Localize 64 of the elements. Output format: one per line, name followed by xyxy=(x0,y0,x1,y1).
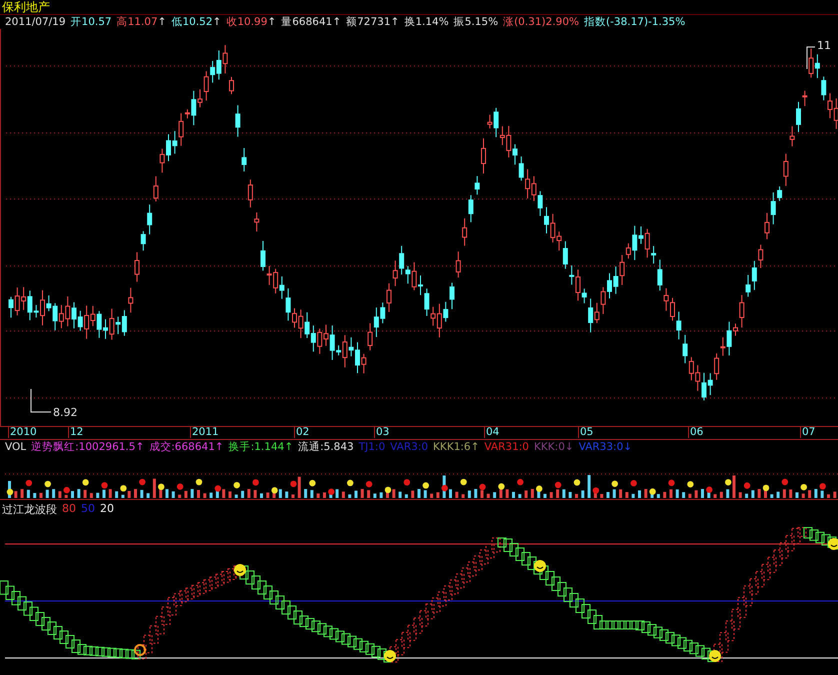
quote-value: 涨(0.31)2.90% xyxy=(503,15,579,29)
stock-name: 保利地产 xyxy=(0,0,838,15)
candlestick xyxy=(235,104,240,138)
arrow-text: ↑ xyxy=(212,15,222,29)
candlestick xyxy=(248,179,253,208)
indicator-value: VOL xyxy=(5,440,26,454)
leader-line xyxy=(806,46,816,70)
smiley-icon xyxy=(234,564,246,576)
quote-value: 2011/07/19 xyxy=(5,15,66,29)
ring-icon xyxy=(134,644,146,656)
arrow-text: ↑ xyxy=(158,15,166,29)
quote-value: 低10.52 xyxy=(171,15,213,29)
candlestick xyxy=(242,148,247,172)
smiley-icon xyxy=(709,650,721,662)
quote-value: 指数(-38.17)-1.35% xyxy=(584,15,686,29)
arrow-text: ↑ xyxy=(267,15,276,29)
time-axis-label: 2011 xyxy=(190,426,219,438)
quote-value: 高11.07 xyxy=(116,15,158,29)
candlestick xyxy=(456,251,461,278)
level-value: 20 xyxy=(100,502,114,517)
indicator-value: 流通:5.843 xyxy=(298,440,354,454)
arrow-text: ↑ xyxy=(390,15,400,29)
quote-value: 开10.57 xyxy=(70,15,112,29)
arrow-text: ↑ xyxy=(332,15,342,29)
quote-value: 振5.15% xyxy=(454,15,498,29)
indicator-value: 成交:668641 xyxy=(149,440,215,454)
level-value: 80 xyxy=(62,502,76,517)
arrow-text: ↑ xyxy=(135,440,144,454)
level-value: 50 xyxy=(81,502,95,517)
indicator-value: 换手:1.144 xyxy=(228,440,284,454)
smiley-icon xyxy=(534,560,546,572)
indicator-value: VAR31:0 xyxy=(484,440,529,454)
indicator-value: KKK:0 xyxy=(534,440,565,454)
arrow-text: ↑ xyxy=(284,440,294,454)
quote-value: 额72731 xyxy=(346,15,391,29)
arrow-text: ↓ xyxy=(623,440,632,454)
indicator-value: VAR3:0 xyxy=(390,440,428,454)
quote-value: 量668641 xyxy=(281,15,332,29)
time-axis-label: 12 xyxy=(68,426,84,438)
candlestick xyxy=(254,212,260,232)
high-price-marker: 11 xyxy=(817,39,831,52)
time-axis-label: 05 xyxy=(578,426,594,438)
time-axis-label: 07 xyxy=(800,426,816,438)
leader-line xyxy=(30,388,52,412)
arrow-text: ↓ xyxy=(564,440,574,454)
time-axis-label: 2010 xyxy=(8,426,37,438)
time-axis-label: 02 xyxy=(294,426,310,438)
time-axis-label: 03 xyxy=(374,426,390,438)
candlestick xyxy=(481,138,486,174)
indicator-value: VAR33:0 xyxy=(578,440,624,454)
arrow-text: ↑ xyxy=(470,440,480,454)
indicator-value: TJ1:0 xyxy=(358,440,386,454)
low-price-marker: 8.92 xyxy=(53,406,78,419)
indicator-value: KKK1:6 xyxy=(433,440,471,454)
quote-value: 换1.14% xyxy=(404,15,449,29)
indicator-value: 逆势飘红:1002961.5 xyxy=(31,440,136,454)
time-axis-label: 06 xyxy=(688,426,704,438)
quote-value: 收10.99 xyxy=(226,15,268,29)
time-axis-label: 04 xyxy=(484,426,500,438)
candlestick xyxy=(229,76,234,95)
indicator-name: 过江龙波段 xyxy=(2,502,57,517)
arrow-text: ↑ xyxy=(214,440,224,454)
candlestick xyxy=(153,176,158,202)
smiley-icon xyxy=(384,650,396,662)
